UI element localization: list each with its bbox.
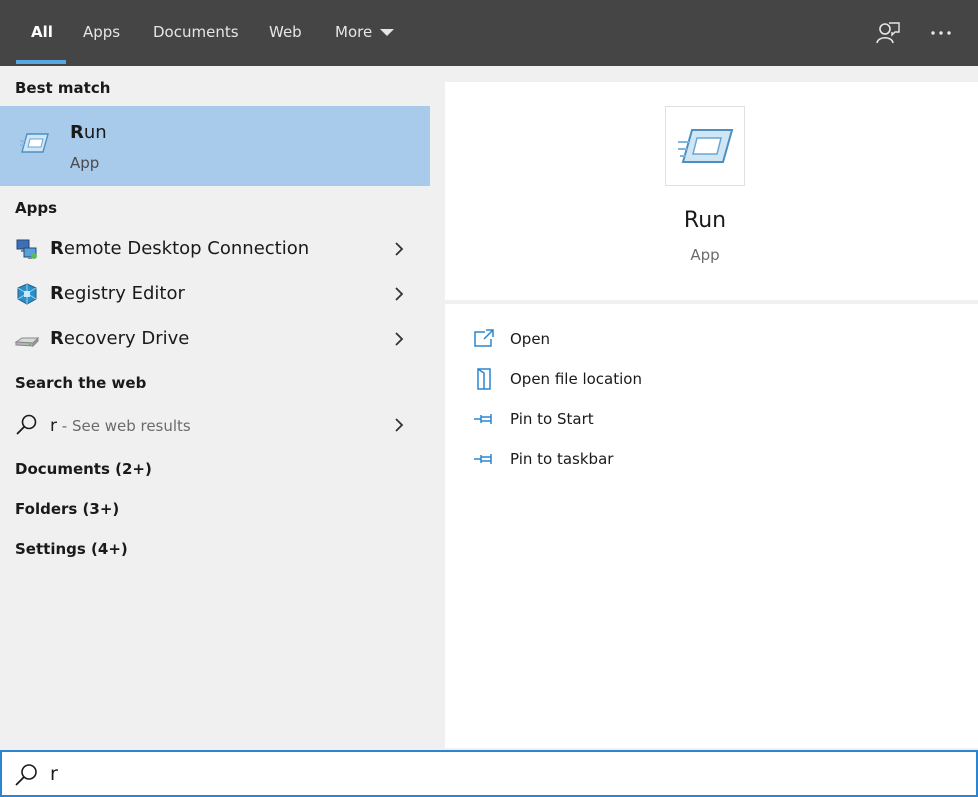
action-open-file-location[interactable]: Open file location bbox=[469, 361, 949, 397]
action-label: Pin to Start bbox=[510, 410, 594, 428]
chevron-right-icon[interactable] bbox=[392, 285, 406, 303]
chevron-right-icon[interactable] bbox=[392, 330, 406, 348]
section-header-best-match: Best match bbox=[15, 79, 111, 97]
recovery-drive-icon bbox=[14, 336, 40, 348]
pin-icon bbox=[474, 414, 492, 424]
web-search-result[interactable]: r - See web results bbox=[0, 403, 430, 447]
preview-title: Run bbox=[683, 208, 727, 233]
search-icon bbox=[15, 764, 37, 786]
action-label: Open file location bbox=[510, 370, 642, 388]
pin-icon bbox=[474, 454, 492, 464]
tab-more[interactable]: More bbox=[335, 0, 372, 66]
preview-divider bbox=[445, 300, 978, 304]
category-documents[interactable]: Documents (2+) bbox=[15, 460, 152, 478]
action-pin-to-start[interactable]: Pin to Start bbox=[469, 401, 949, 437]
app-result-label: Remote Desktop Connection bbox=[50, 238, 310, 259]
tab-documents[interactable]: Documents bbox=[153, 0, 239, 66]
chevron-right-icon[interactable] bbox=[392, 416, 406, 434]
search-input[interactable] bbox=[50, 758, 950, 790]
feedback-icon[interactable] bbox=[873, 18, 903, 48]
action-label: Pin to taskbar bbox=[510, 450, 614, 468]
preview-icon-frame bbox=[665, 106, 745, 186]
web-result-label: r - See web results bbox=[50, 416, 191, 436]
file-location-icon bbox=[477, 368, 491, 390]
tab-web[interactable]: Web bbox=[269, 0, 302, 66]
preview-pane: Run App Open Open file location Pin to S… bbox=[445, 82, 978, 748]
remote-desktop-icon bbox=[16, 239, 37, 259]
best-match-title: Run bbox=[70, 122, 107, 143]
best-match-result[interactable]: Run App bbox=[0, 106, 430, 186]
open-icon bbox=[474, 329, 494, 347]
app-result-registry-editor[interactable]: Registry Editor bbox=[0, 272, 430, 316]
section-header-search-web: Search the web bbox=[15, 374, 147, 392]
search-filter-bar: All Apps Documents Web More bbox=[0, 0, 978, 66]
ellipsis-icon[interactable] bbox=[926, 18, 956, 48]
active-tab-indicator bbox=[16, 60, 66, 64]
tab-apps[interactable]: Apps bbox=[83, 0, 120, 66]
chevron-right-icon[interactable] bbox=[392, 240, 406, 258]
best-match-type: App bbox=[70, 154, 100, 172]
app-result-recovery-drive[interactable]: Recovery Drive bbox=[0, 317, 430, 361]
registry-editor-icon bbox=[17, 283, 37, 305]
preview-type: App bbox=[690, 246, 720, 264]
action-open[interactable]: Open bbox=[469, 321, 949, 357]
caret-down-icon[interactable] bbox=[380, 29, 394, 36]
app-result-remote-desktop[interactable]: Remote Desktop Connection bbox=[0, 227, 430, 271]
action-pin-to-taskbar[interactable]: Pin to taskbar bbox=[469, 441, 949, 477]
tab-all[interactable]: All bbox=[31, 0, 53, 66]
section-header-apps: Apps bbox=[15, 199, 58, 217]
results-pane: Best match Run App Apps Remote Desktop C… bbox=[0, 66, 430, 750]
category-folders[interactable]: Folders (3+) bbox=[15, 500, 119, 518]
action-label: Open bbox=[510, 330, 551, 348]
run-app-icon bbox=[20, 133, 49, 153]
run-app-icon bbox=[678, 129, 734, 163]
app-result-label: Registry Editor bbox=[50, 283, 185, 304]
search-box[interactable] bbox=[0, 750, 978, 797]
search-icon bbox=[16, 414, 37, 435]
category-settings[interactable]: Settings (4+) bbox=[15, 540, 128, 558]
app-result-label: Recovery Drive bbox=[50, 328, 190, 349]
